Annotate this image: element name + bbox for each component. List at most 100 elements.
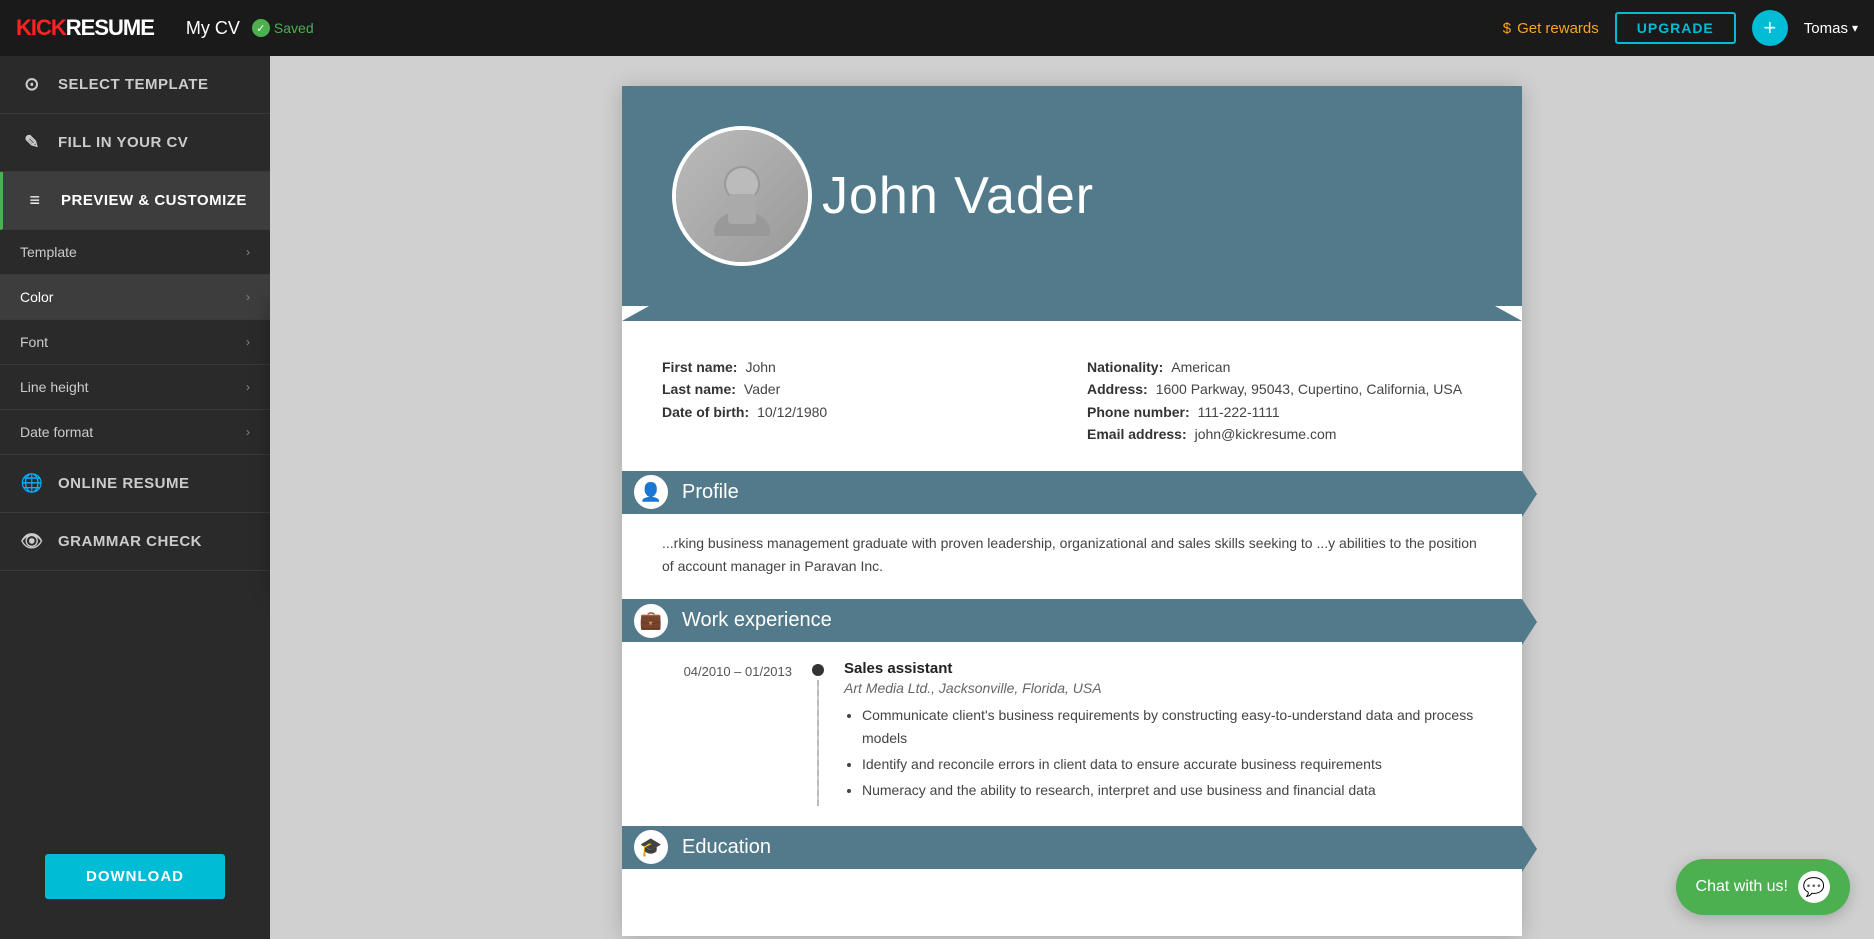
work-bullet-3: Numeracy and the ability to research, in… [862,779,1482,801]
email-value: john@kickresume.com [1195,423,1337,445]
cv-header: John Vader [622,86,1522,306]
address-value: 1600 Parkway, 95043, Cupertino, Californ… [1156,378,1462,400]
cv-info-block-left: First name: John Last name: Vader Date o… [662,356,1057,446]
saved-label: Saved [274,20,314,36]
date-format-label: Date format [20,424,93,440]
cv-paper: John Vader First name: John Last name: V… [622,86,1522,936]
date-format-chevron-icon: › [246,425,250,439]
cv-first-name: First name: John [662,356,1057,378]
main-layout: ⊙ SELECT TEMPLATE ✎ FILL IN YOUR CV ≡ PR… [0,56,1874,939]
sidebar-sub-font[interactable]: Font › [0,320,270,365]
cv-phone: Phone number: 111-222-1111 [1087,401,1482,423]
sidebar-item-fill-cv[interactable]: ✎ FILL IN YOUR CV [0,114,270,172]
dollar-icon: $ [1503,20,1511,37]
cv-body: First name: John Last name: Vader Date o… [622,326,1522,917]
work-date: 04/2010 – 01/2013 [662,660,792,806]
saved-status: ✓ Saved [252,19,314,37]
first-name-value: John [745,356,775,378]
cv-area: John Vader First name: John Last name: V… [270,56,1874,939]
line-height-label: Line height [20,379,89,395]
nationality-value: American [1171,356,1230,378]
education-section-header: 🎓 Education [622,826,1522,869]
get-rewards-button[interactable]: $ Get rewards [1503,20,1599,37]
timeline-dot [812,664,824,676]
education-title: Education [682,836,771,859]
sidebar-label-grammar-check: GRAMMAR CHECK [58,533,202,550]
work-bullet-2: Identify and reconcile errors in client … [862,753,1482,775]
select-template-icon: ⊙ [20,74,44,95]
line-height-chevron-icon: › [246,380,250,394]
navbar: KICK RESUME My CV ✓ Saved $ Get rewards … [0,0,1874,56]
sidebar-item-preview-customize[interactable]: ≡ PREVIEW & CUSTOMIZE [0,172,270,230]
online-resume-icon: 🌐 [20,473,44,494]
sidebar-item-grammar-check[interactable]: 👁 GRAMMAR CHECK [0,513,270,571]
cv-avatar [672,126,812,266]
check-circle-icon: ✓ [252,19,270,37]
timeline-line [817,680,819,806]
work-entry: 04/2010 – 01/2013 Sales assistant Art Me… [662,660,1482,806]
profile-icon: 👤 [632,473,670,511]
template-label: Template [20,244,77,260]
first-name-label: First name: [662,356,737,378]
dob-value: 10/12/1980 [757,401,827,423]
last-name-value: Vader [744,378,780,400]
chevron-down-icon: ▾ [1852,21,1858,35]
sidebar-bottom: DOWNLOAD [0,834,270,939]
grammar-check-icon: 👁 [20,531,44,552]
download-button[interactable]: DOWNLOAD [45,854,225,899]
job-title: Sales assistant [844,660,1482,677]
dob-label: Date of birth: [662,401,749,423]
cv-info-block-right: Nationality: American Address: 1600 Park… [1087,356,1482,446]
work-bullets: Communicate client's business requiremen… [844,704,1482,802]
upgrade-button[interactable]: UPGRADE [1615,12,1736,44]
document-title: My CV [186,18,240,39]
sidebar-item-select-template[interactable]: ⊙ SELECT TEMPLATE [0,56,270,114]
color-label: Color [20,289,53,305]
profile-title: Profile [682,481,739,504]
education-icon: 🎓 [632,828,670,866]
chat-label: Chat with us! [1696,878,1788,896]
work-bullet-1: Communicate client's business requiremen… [862,704,1482,749]
cv-dob: Date of birth: 10/12/1980 [662,401,1057,423]
sidebar-label-online-resume: ONLINE RESUME [58,475,190,492]
font-chevron-icon: › [246,335,250,349]
cv-info-row: First name: John Last name: Vader Date o… [662,356,1482,446]
sidebar-label-select-template: SELECT TEMPLATE [58,76,209,93]
work-timeline [812,660,824,806]
brand-resume: RESUME [66,15,154,41]
avatar-placeholder [676,130,808,262]
sidebar-label-preview-customize: PREVIEW & CUSTOMIZE [61,192,247,209]
preview-customize-icon: ≡ [23,190,47,211]
last-name-label: Last name: [662,378,736,400]
cv-address: Address: 1600 Parkway, 95043, Cupertino,… [1087,378,1482,400]
phone-value: 111-222-1111 [1198,401,1280,423]
cv-name: John Vader [822,166,1492,226]
sidebar-item-online-resume[interactable]: 🌐 ONLINE RESUME [0,455,270,513]
brand-logo[interactable]: KICK RESUME [16,15,154,41]
brand-kick: KICK [16,15,66,41]
sidebar-sub-date-format[interactable]: Date format › [0,410,270,455]
color-chevron-icon: › [246,290,250,304]
chat-bubble-icon: 💬 [1798,871,1830,903]
chat-widget[interactable]: Chat with us! 💬 [1676,859,1850,915]
phone-label: Phone number: [1087,401,1190,423]
plus-button[interactable]: + [1752,10,1788,46]
address-label: Address: [1087,378,1148,400]
sidebar-label-fill-cv: FILL IN YOUR CV [58,134,188,151]
work-section-header: 💼 Work experience [622,599,1522,642]
work-content: Sales assistant Art Media Ltd., Jacksonv… [844,660,1482,806]
sidebar-sub-template[interactable]: Template › [0,230,270,275]
email-label: Email address: [1087,423,1187,445]
work-title: Work experience [682,609,832,632]
sidebar-sub-color[interactable]: Color › [0,275,270,320]
cv-last-name: Last name: Vader [662,378,1057,400]
cv-nationality: Nationality: American [1087,356,1482,378]
sidebar: ⊙ SELECT TEMPLATE ✎ FILL IN YOUR CV ≡ PR… [0,56,270,939]
sidebar-sub-line-height[interactable]: Line height › [0,365,270,410]
nationality-label: Nationality: [1087,356,1163,378]
user-menu[interactable]: Tomas ▾ [1804,20,1858,37]
font-label: Font [20,334,48,350]
get-rewards-label: Get rewards [1517,20,1599,37]
cv-email: Email address: john@kickresume.com [1087,423,1482,445]
profile-section-header: 👤 Profile [622,471,1522,514]
